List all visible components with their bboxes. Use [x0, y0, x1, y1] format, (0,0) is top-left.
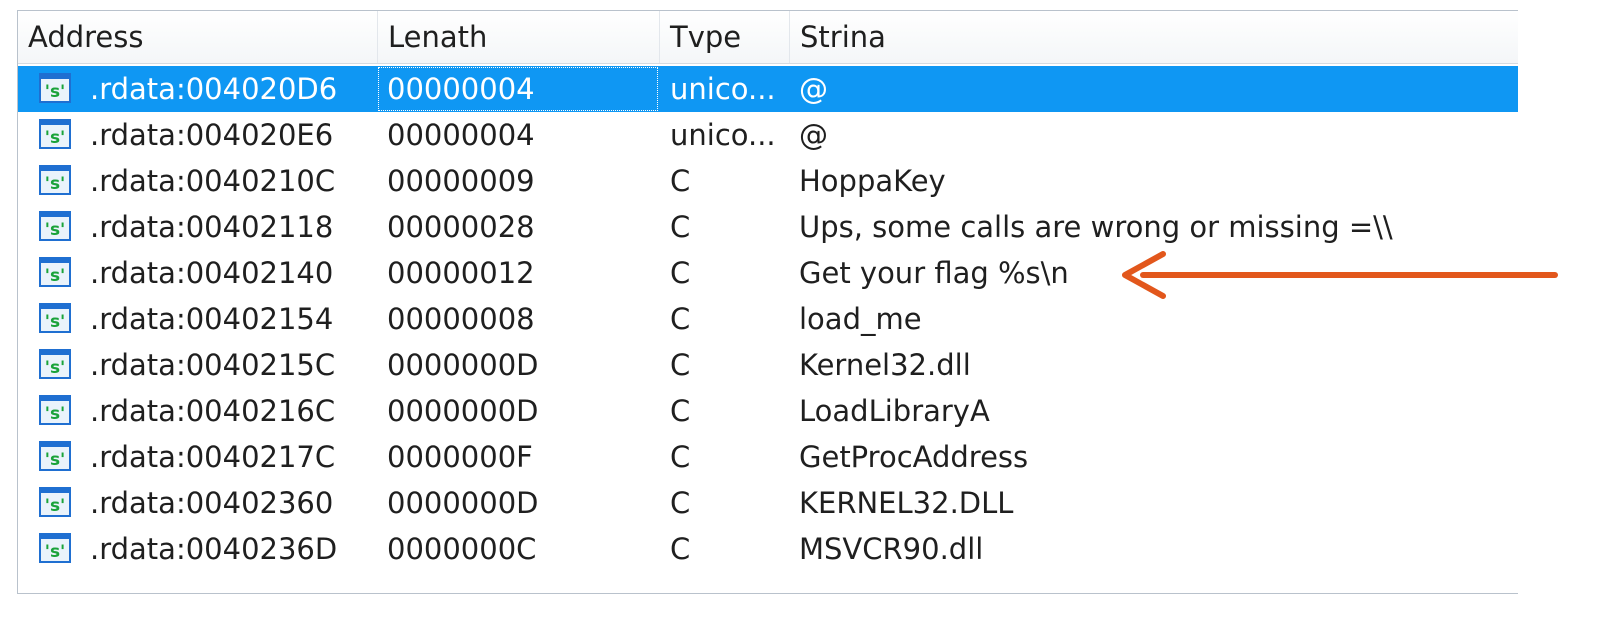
cell-string: HoppaKey	[799, 164, 946, 198]
svg-text:'s': 's'	[45, 174, 66, 194]
cell-type: C	[670, 440, 691, 474]
cell-length: 00000028	[387, 210, 535, 244]
column-header-length-label: Lenath	[388, 20, 488, 54]
column-header-length[interactable]: Lenath	[378, 11, 660, 63]
table-row[interactable]: 's' .rdata:0040216C 0000000D C LoadLibra…	[18, 388, 1518, 434]
cell-string: LoadLibraryA	[799, 394, 990, 428]
cell-length: 00000012	[387, 256, 535, 290]
svg-text:'s': 's'	[45, 312, 66, 332]
table-row[interactable]: 's' .rdata:0040217C 0000000F C GetProcAd…	[18, 434, 1518, 480]
cell-string: GetProcAddress	[799, 440, 1029, 474]
cell-length: 0000000D	[387, 486, 539, 520]
string-literal-icon: 's'	[39, 349, 71, 379]
svg-text:'s': 's'	[45, 266, 66, 286]
cell-address: .rdata:0040210C	[90, 164, 336, 198]
svg-text:'s': 's'	[45, 82, 66, 102]
cell-string: @	[799, 118, 828, 152]
svg-text:'s': 's'	[45, 496, 66, 516]
cell-address: .rdata:0040216C	[90, 394, 336, 428]
cell-type: C	[670, 210, 691, 244]
cell-type: C	[670, 532, 691, 566]
cell-address: .rdata:004020E6	[90, 118, 334, 152]
table-row[interactable]: 's' .rdata:004020E6 00000004 unico... @	[18, 112, 1518, 158]
string-literal-icon: 's'	[39, 441, 71, 471]
table-row[interactable]: 's' .rdata:0040236D 0000000C C MSVCR90.d…	[18, 526, 1518, 572]
table-row[interactable]: 's' .rdata:0040215C 0000000D C Kernel32.…	[18, 342, 1518, 388]
svg-text:'s': 's'	[45, 220, 66, 240]
cell-type: unico...	[670, 118, 776, 152]
cell-string: Ups, some calls are wrong or missing =\\	[799, 210, 1393, 244]
column-header-address-label: Address	[28, 20, 144, 54]
table-row[interactable]: 's' .rdata:00402154 00000008 C load_me	[18, 296, 1518, 342]
cell-type: C	[670, 256, 691, 290]
cell-type: C	[670, 164, 691, 198]
column-header-string[interactable]: Strina	[790, 11, 1518, 63]
column-header-address[interactable]: Address	[18, 11, 378, 63]
cell-length: 00000009	[387, 164, 535, 198]
cell-address: .rdata:004020D6	[90, 72, 338, 106]
cell-address: .rdata:00402360	[90, 486, 334, 520]
string-literal-icon: 's'	[39, 119, 71, 149]
cell-address: .rdata:00402140	[90, 256, 334, 290]
cell-type: C	[670, 394, 691, 428]
string-literal-icon: 's'	[39, 165, 71, 195]
cell-length: 00000004	[387, 72, 535, 106]
svg-text:'s': 's'	[45, 404, 66, 424]
column-header-string-label: Strina	[800, 20, 886, 54]
svg-text:'s': 's'	[45, 450, 66, 470]
cell-address: .rdata:0040215C	[90, 348, 336, 382]
cell-length: 00000004	[387, 118, 535, 152]
cell-address: .rdata:00402118	[90, 210, 334, 244]
cell-string: KERNEL32.DLL	[799, 486, 1014, 520]
strings-list: 's' .rdata:004020D6 00000004 unico... @ …	[18, 66, 1518, 572]
cell-address: .rdata:0040217C	[90, 440, 336, 474]
string-literal-icon: 's'	[39, 533, 71, 563]
string-literal-icon: 's'	[39, 487, 71, 517]
svg-text:'s': 's'	[45, 542, 66, 562]
table-row[interactable]: 's' .rdata:00402118 00000028 C Ups, some…	[18, 204, 1518, 250]
string-literal-icon: 's'	[39, 211, 71, 241]
cell-string: load_me	[799, 302, 922, 336]
cell-length: 0000000D	[387, 394, 539, 428]
cell-length: 0000000D	[387, 348, 539, 382]
cell-address: .rdata:00402154	[90, 302, 334, 336]
cell-type: C	[670, 348, 691, 382]
cell-type: unico...	[670, 72, 776, 106]
table-row[interactable]: 's' .rdata:0040210C 00000009 C HoppaKey	[18, 158, 1518, 204]
cell-string: MSVCR90.dll	[799, 532, 984, 566]
cell-length: 0000000F	[387, 440, 533, 474]
strings-window: Address Lenath Tvpe Strina 's' .rdata:00…	[17, 10, 1518, 594]
table-row[interactable]: 's' .rdata:00402360 0000000D C KERNEL32.…	[18, 480, 1518, 526]
svg-text:'s': 's'	[45, 128, 66, 148]
cell-string: @	[799, 72, 828, 106]
column-header-type-label: Tvpe	[670, 20, 742, 54]
column-header-type[interactable]: Tvpe	[660, 11, 790, 63]
string-literal-icon: 's'	[39, 73, 71, 103]
string-literal-icon: 's'	[39, 303, 71, 333]
cell-type: C	[670, 302, 691, 336]
cell-type: C	[670, 486, 691, 520]
cell-string: Kernel32.dll	[799, 348, 971, 382]
string-literal-icon: 's'	[39, 257, 71, 287]
string-literal-icon: 's'	[39, 395, 71, 425]
table-row[interactable]: 's' .rdata:004020D6 00000004 unico... @	[18, 66, 1518, 112]
column-header: Address Lenath Tvpe Strina	[18, 11, 1518, 64]
cell-length: 0000000C	[387, 532, 537, 566]
arrow-left-icon	[1122, 251, 1558, 299]
svg-text:'s': 's'	[45, 358, 66, 378]
cell-length: 00000008	[387, 302, 535, 336]
cell-address: .rdata:0040236D	[90, 532, 338, 566]
